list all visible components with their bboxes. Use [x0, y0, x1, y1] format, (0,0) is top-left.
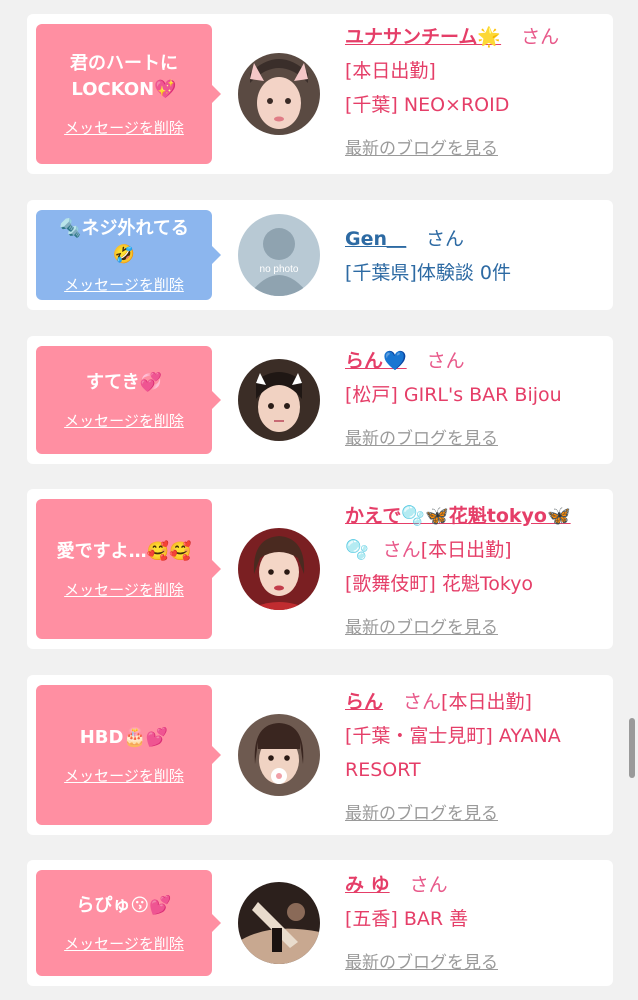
- work-status: [本日出勤]: [420, 539, 512, 561]
- shop-info: [五香] BAR 善: [345, 908, 469, 930]
- message-bubble: HBD🎂💕 メッセージを削除: [36, 685, 221, 825]
- user-name-link[interactable]: み ゆ: [345, 874, 390, 896]
- scrollbar[interactable]: [629, 718, 635, 778]
- shop-info-continuation: RESORT: [345, 759, 421, 781]
- message-text: HBD🎂💕: [79, 726, 169, 748]
- san-suffix: さん: [426, 228, 465, 250]
- delete-message-link[interactable]: メッセージを削除: [64, 765, 184, 786]
- work-status: [本日出勤]: [441, 691, 532, 713]
- avatar[interactable]: [238, 528, 320, 610]
- message-bubble: すてき💞 メッセージを削除: [36, 346, 221, 454]
- work-status: [本日出勤]: [345, 60, 436, 82]
- shop-info: [千葉] NEO×ROID: [345, 94, 510, 116]
- shop-info: [歌舞伎町] 花魁Tokyo: [345, 573, 534, 595]
- user-name-link[interactable]: Gen＿: [345, 228, 406, 250]
- user-name-link[interactable]: らん: [345, 691, 383, 713]
- message-text: 🔩ネジ外れてる 🤣: [59, 217, 189, 265]
- shop-info: [松戸] GIRL's BAR Bijou: [345, 384, 562, 406]
- user-info: らん💙 さん [松戸] GIRL's BAR Bijou 最新のブログを見る: [345, 344, 607, 456]
- delete-message-link[interactable]: メッセージを削除: [64, 579, 184, 600]
- message-card: すてき💞 メッセージを削除 らん💙 さん [松戸] GIRL's BAR Bijo…: [27, 336, 613, 464]
- latest-blog-link[interactable]: 最新のブログを見る: [345, 422, 607, 456]
- message-bubble: 🔩ネジ外れてる 🤣 メッセージを削除: [36, 210, 221, 300]
- san-suffix: さん: [409, 874, 448, 896]
- review-info: [千葉県]体験談 0件: [345, 262, 511, 284]
- avatar[interactable]: [238, 359, 320, 441]
- shop-info: [千葉・富士見町] AYANA: [345, 725, 561, 747]
- avatar[interactable]: [238, 53, 320, 135]
- message-text: すてき💞: [85, 371, 163, 393]
- user-name-link[interactable]: らん💙: [345, 350, 407, 372]
- message-text: らぴゅ😗💕: [76, 894, 172, 916]
- san-suffix: さん: [403, 691, 442, 713]
- message-card: らぴゅ😗💕 メッセージを削除 み ゆさん [五香] BAR 善 最新のブログを見…: [27, 860, 613, 986]
- user-info: らん さん[本日出勤] [千葉・富士見町] AYANA RESORT 最新のブログ…: [345, 685, 607, 831]
- san-suffix: さん: [382, 539, 421, 561]
- message-card: 君のハートに LOCKON💖 メッセージを削除 ユナサンチーム🌟 さん [本日出勤…: [27, 14, 613, 174]
- user-info: かえで🫧🦋花魁tokyo🦋 🫧 さん[本日出勤] [歌舞伎町] 花魁Tokyo 最…: [345, 499, 607, 645]
- avatar[interactable]: [238, 714, 320, 796]
- latest-blog-link[interactable]: 最新のブログを見る: [345, 611, 607, 645]
- delete-message-link[interactable]: メッセージを削除: [64, 117, 184, 138]
- latest-blog-link[interactable]: 最新のブログを見る: [345, 797, 607, 831]
- avatar[interactable]: no photo: [238, 214, 320, 296]
- user-name-link[interactable]: かえで🫧🦋花魁tokyo🦋: [345, 505, 571, 527]
- message-text: 愛ですよ…🥰🥰: [56, 540, 192, 562]
- message-bubble: 愛ですよ…🥰🥰 メッセージを削除: [36, 499, 221, 639]
- latest-blog-link[interactable]: 最新のブログを見る: [345, 132, 607, 166]
- latest-blog-link[interactable]: 最新のブログを見る: [345, 946, 607, 980]
- san-suffix: さん: [426, 350, 465, 372]
- message-bubble: らぴゅ😗💕 メッセージを削除: [36, 870, 221, 976]
- delete-message-link[interactable]: メッセージを削除: [64, 274, 184, 295]
- message-text: 君のハートに LOCKON💖: [70, 52, 178, 100]
- no-photo-label: no photo: [260, 264, 299, 275]
- message-card: 愛ですよ…🥰🥰 メッセージを削除 かえで🫧🦋花魁tokyo🦋 🫧 さん[本日出勤]…: [27, 489, 613, 649]
- message-card: HBD🎂💕 メッセージを削除 らん さん[本日出勤] [千葉・富士見町] AYAN…: [27, 675, 613, 835]
- message-bubble: 君のハートに LOCKON💖 メッセージを削除: [36, 24, 221, 164]
- delete-message-link[interactable]: メッセージを削除: [64, 933, 184, 954]
- user-info: ユナサンチーム🌟 さん [本日出勤] [千葉] NEO×ROID 最新のブログを見…: [345, 20, 607, 166]
- user-info: Gen＿ さん [千葉県]体験談 0件: [345, 222, 607, 290]
- delete-message-link[interactable]: メッセージを削除: [64, 410, 184, 431]
- user-name-link[interactable]: ユナサンチーム🌟: [345, 26, 501, 48]
- avatar[interactable]: [238, 882, 320, 964]
- san-suffix: さん: [521, 26, 560, 48]
- message-card: 🔩ネジ外れてる 🤣 メッセージを削除 no photo Gen＿ さん [千葉県]…: [27, 200, 613, 310]
- user-info: み ゆさん [五香] BAR 善 最新のブログを見る: [345, 868, 607, 980]
- name-continuation: 🫧: [345, 539, 369, 561]
